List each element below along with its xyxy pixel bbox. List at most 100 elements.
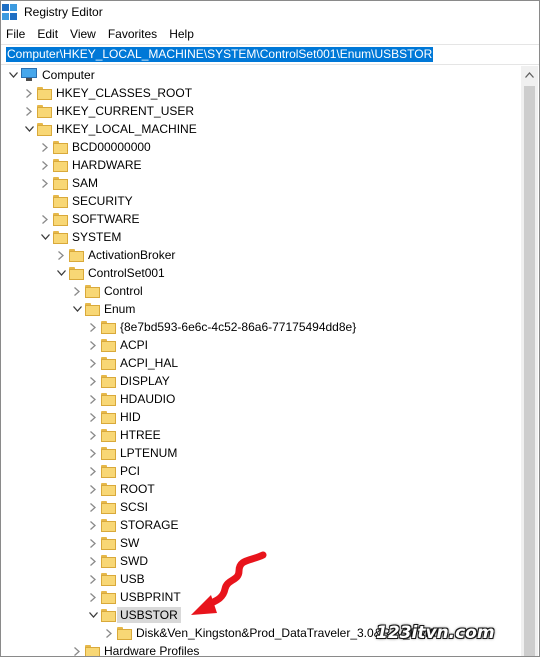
tree-node[interactable]: SW [1,534,521,552]
tree-node[interactable]: HTREE [1,426,521,444]
folder-icon [53,230,68,244]
tree-node[interactable]: Hardware Profiles [1,642,521,656]
tree-node[interactable]: ActivationBroker [1,246,521,264]
chevron-right-icon[interactable] [87,426,99,444]
chevron-right-icon[interactable] [39,210,51,228]
tree-node[interactable]: HID [1,408,521,426]
chevron-right-icon[interactable] [103,624,115,642]
tree-node-label: HDAUDIO [120,392,176,406]
folder-icon [53,176,68,190]
chevron-right-icon[interactable] [87,408,99,426]
chevron-down-icon[interactable] [39,228,51,246]
vertical-scrollbar[interactable] [521,66,538,656]
chevron-right-icon[interactable] [87,570,99,588]
tree-node[interactable]: DISPLAY [1,372,521,390]
folder-icon [101,374,116,388]
tree-node-label: HKEY_CLASSES_ROOT [56,86,193,100]
tree-node-label: SYSTEM [72,230,122,244]
chevron-right-icon[interactable] [39,138,51,156]
tree-node[interactable]: SYSTEM [1,228,521,246]
tree-node[interactable]: ACPI_HAL [1,354,521,372]
chevron-down-icon[interactable] [7,66,19,84]
tree-node[interactable]: HKEY_CURRENT_USER [1,102,521,120]
chevron-right-icon[interactable] [55,246,67,264]
chevron-right-icon[interactable] [87,534,99,552]
folder-icon [101,392,116,406]
tree-node-label: Computer [42,68,95,82]
tree-node-label: SOFTWARE [72,212,140,226]
tree-node[interactable]: Enum [1,300,521,318]
tree-node-label: BCD00000000 [72,140,151,154]
tree-node[interactable]: ControlSet001 [1,264,521,282]
chevron-right-icon[interactable] [87,480,99,498]
tree-node[interactable]: {8e7bd593-6e6c-4c52-86a6-77175494dd8e} [1,318,521,336]
menu-view[interactable]: View [64,24,102,44]
chevron-down-icon[interactable] [23,120,35,138]
scroll-thumb[interactable] [524,86,535,656]
chevron-down-icon[interactable] [55,264,67,282]
folder-icon [53,212,68,226]
menu-help[interactable]: Help [163,24,200,44]
tree-node[interactable]: STORAGE [1,516,521,534]
tree-node[interactable]: SCSI [1,498,521,516]
tree-node[interactable]: ROOT [1,480,521,498]
tree-node-label: SCSI [120,500,149,514]
folder-icon [53,194,68,208]
tree-node[interactable]: LPTENUM [1,444,521,462]
tree-node[interactable]: BCD00000000 [1,138,521,156]
chevron-right-icon[interactable] [87,318,99,336]
address-path[interactable]: Computer\HKEY_LOCAL_MACHINE\SYSTEM\Contr… [6,47,434,62]
chevron-right-icon[interactable] [87,588,99,606]
menu-favorites[interactable]: Favorites [102,24,163,44]
folder-icon [101,590,116,604]
folder-icon [53,158,68,172]
chevron-right-icon[interactable] [87,372,99,390]
menu-file[interactable]: File [1,24,31,44]
chevron-right-icon[interactable] [71,642,83,656]
tree-node-label: ControlSet001 [88,266,165,280]
chevron-right-icon[interactable] [23,102,35,120]
tree-node[interactable]: HARDWARE [1,156,521,174]
tree-node-label: ACPI_HAL [120,356,179,370]
folder-icon [101,500,116,514]
chevron-right-icon[interactable] [39,156,51,174]
folder-icon [69,248,84,262]
chevron-right-icon[interactable] [87,516,99,534]
scroll-up-arrow-icon[interactable] [521,66,538,83]
tree-node-label: HKEY_CURRENT_USER [56,104,195,118]
folder-icon [101,482,116,496]
folder-icon [101,356,116,370]
chevron-right-icon[interactable] [87,336,99,354]
tree-node[interactable]: ACPI [1,336,521,354]
tree-node-label: USB [120,572,145,586]
chevron-right-icon[interactable] [39,174,51,192]
folder-icon [85,284,100,298]
chevron-right-icon[interactable] [87,444,99,462]
tree-node[interactable]: SECURITY [1,192,521,210]
folder-icon [117,626,132,640]
folder-icon [101,572,116,586]
chevron-right-icon[interactable] [23,84,35,102]
tree-node[interactable]: Computer [1,66,521,84]
tree-node[interactable]: Control [1,282,521,300]
chevron-right-icon[interactable] [87,462,99,480]
address-bar[interactable]: Computer\HKEY_LOCAL_MACHINE\SYSTEM\Contr… [1,44,539,65]
tree-node[interactable]: HKEY_CLASSES_ROOT [1,84,521,102]
chevron-right-icon[interactable] [87,354,99,372]
chevron-down-icon[interactable] [71,300,83,318]
tree-node[interactable]: SOFTWARE [1,210,521,228]
chevron-right-icon[interactable] [87,498,99,516]
tree-node[interactable]: HKEY_LOCAL_MACHINE [1,120,521,138]
chevron-right-icon[interactable] [87,552,99,570]
folder-icon [37,122,52,136]
chevron-right-icon[interactable] [71,282,83,300]
tree-node[interactable]: PCI [1,462,521,480]
folder-icon [101,428,116,442]
chevron-right-icon[interactable] [87,390,99,408]
tree-node[interactable]: HDAUDIO [1,390,521,408]
chevron-down-icon[interactable] [87,606,99,624]
tree-node[interactable]: SAM [1,174,521,192]
menu-edit[interactable]: Edit [31,24,64,44]
folder-icon [85,302,100,316]
folder-icon [69,266,84,280]
